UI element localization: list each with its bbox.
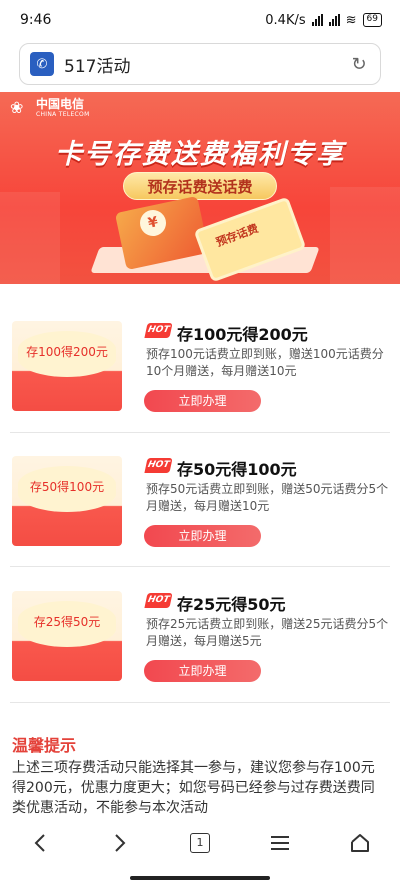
offer-description: 预存25元话费立即到账，赠送25元话费分5个月赠送，每月赠送5元: [146, 617, 389, 648]
offer-image-label: 存100得200元: [26, 345, 108, 359]
status-bar: 9:46 0.4K/s ≋ 69: [0, 0, 400, 40]
apply-now-button[interactable]: 立即办理: [144, 390, 261, 412]
menu-icon[interactable]: [262, 825, 298, 861]
offer-item: 存25得50元 HOT 存25元得50元 预存25元话费立即到账，赠送25元话费…: [0, 591, 400, 703]
site-logo-icon: ✆: [30, 52, 54, 76]
wifi-icon: ≋: [345, 12, 357, 28]
status-icons: 0.4K/s ≋ 69: [265, 13, 382, 28]
notes-title: 温馨提示: [12, 736, 77, 755]
offer-item: 存50得100元 HOT 存50元得100元 预存50元话费立即到账，赠送50元…: [0, 456, 400, 568]
clock: 9:46: [20, 12, 52, 28]
apply-now-button[interactable]: 立即办理: [144, 660, 261, 682]
banner-subtitle-pill: 预存话费送话费: [123, 172, 277, 200]
offer-title: 存25元得50元: [177, 595, 286, 614]
browser-toolbar: 1: [0, 820, 400, 865]
offer-image: 存100得200元: [12, 321, 122, 411]
offer-description: 预存100元话费立即到账，赠送100元话费分10个月赠送，每月赠送10元: [146, 347, 384, 378]
offer-title: 存100元得200元: [177, 325, 308, 344]
home-indicator[interactable]: [130, 876, 270, 880]
home-icon[interactable]: [342, 825, 378, 861]
divider: [10, 432, 390, 433]
divider: [10, 566, 390, 567]
offer-image: 存50得100元: [12, 456, 122, 546]
tabs-button[interactable]: 1: [182, 825, 218, 861]
brand-logo: ❀ 中国电信 CHINA TELECOM: [10, 97, 90, 119]
china-telecom-logo-icon: ❀: [10, 98, 24, 117]
apply-now-button[interactable]: 立即办理: [144, 525, 261, 547]
forward-icon[interactable]: [102, 825, 138, 861]
offer-image-label: 存50得100元: [29, 480, 105, 494]
hot-badge: HOT: [144, 458, 173, 473]
address-bar[interactable]: ✆ 517活动 ↻: [19, 43, 381, 85]
offer-item: 存100得200元 HOT 存100元得200元 预存100元话费立即到账，赠送…: [0, 321, 400, 433]
reload-icon[interactable]: ↻: [348, 53, 370, 75]
offer-title: 存50元得100元: [177, 460, 297, 479]
notes-text: 上述三项存费活动只能选择其一参与，建议您参与存100元得200元，优惠力度更大；…: [12, 760, 375, 816]
hot-badge: HOT: [144, 593, 173, 608]
address-text[interactable]: 517活动: [64, 52, 348, 77]
back-icon[interactable]: [22, 825, 58, 861]
hot-badge: HOT: [144, 323, 173, 338]
offer-image-label: 存25得50元: [33, 615, 101, 629]
tab-count: 1: [190, 832, 210, 853]
brand-name-cn: 中国电信: [36, 97, 85, 111]
offer-description: 预存50元话费立即到账，赠送50元话费分5个月赠送，每月赠送10元: [146, 482, 389, 513]
offer-image: 存25得50元: [12, 591, 122, 681]
divider: [10, 702, 390, 703]
battery-icon: 69: [362, 13, 382, 27]
brand-name-en: CHINA TELECOM: [36, 111, 90, 118]
signal-icon: [311, 14, 323, 26]
network-speed: 0.4K/s: [265, 12, 306, 28]
signal-icon-2: [328, 14, 340, 26]
promo-banner: ❀ 中国电信 CHINA TELECOM 卡号存费送费福利专享 预存话费送话费 …: [0, 92, 400, 284]
banner-title: 卡号存费送费福利专享: [55, 139, 345, 170]
